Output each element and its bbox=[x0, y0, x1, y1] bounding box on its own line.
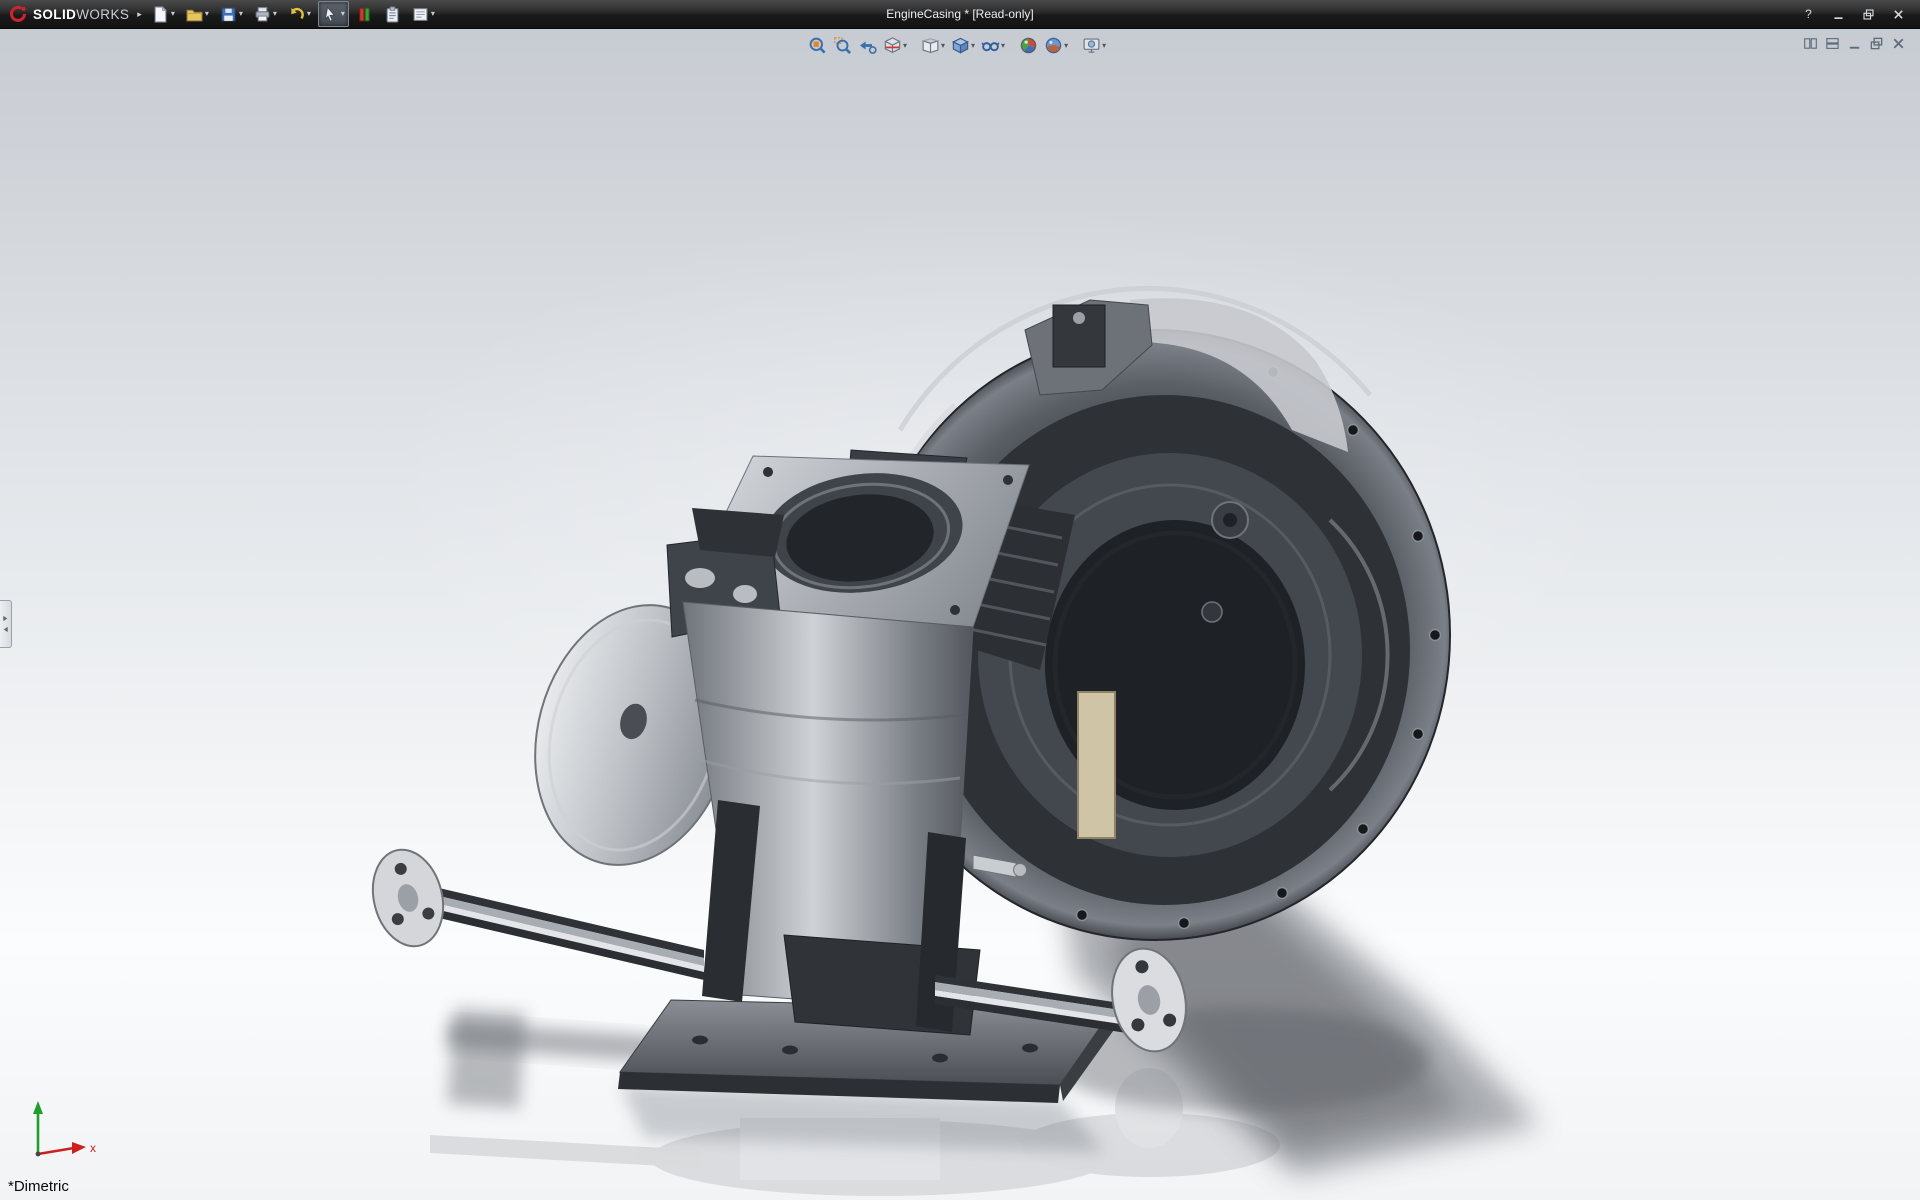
select-dropdown-icon[interactable]: ▾ bbox=[341, 10, 345, 18]
zoom-to-area-button[interactable] bbox=[831, 35, 854, 56]
select-button[interactable]: ▾ bbox=[317, 1, 349, 27]
previous-view-icon bbox=[858, 36, 877, 55]
zoom-to-fit-button[interactable] bbox=[806, 35, 829, 56]
options-button[interactable]: ▾ bbox=[408, 1, 439, 27]
doc-pane-horizontal-icon bbox=[1825, 36, 1840, 51]
doc-close-icon bbox=[1891, 36, 1906, 51]
doc-pane-horizontal-button[interactable] bbox=[1825, 36, 1840, 51]
doc-close-button[interactable] bbox=[1891, 36, 1906, 51]
expand-chevron-icon bbox=[2, 626, 9, 633]
edit-appearance-button[interactable] bbox=[1017, 35, 1040, 56]
section-view-icon bbox=[883, 36, 902, 55]
new-document-icon bbox=[152, 6, 169, 23]
select-cursor-icon bbox=[322, 6, 339, 23]
file-properties-button[interactable] bbox=[380, 1, 405, 27]
save-dropdown-icon[interactable]: ▾ bbox=[239, 10, 243, 18]
save-button[interactable]: ▾ bbox=[216, 1, 247, 27]
view-settings-button[interactable]: ▾ bbox=[1080, 35, 1108, 56]
open-button[interactable]: ▾ bbox=[182, 1, 213, 27]
print-icon bbox=[254, 6, 271, 23]
graphics-viewport[interactable]: ▾ ▾ ▾ ▾ ▾ ▾ x *Dimetric bbox=[0, 29, 1920, 1200]
options-dropdown-icon[interactable]: ▾ bbox=[431, 10, 435, 18]
expand-chevron-icon bbox=[2, 615, 9, 622]
doc-minimize-icon bbox=[1847, 36, 1862, 51]
app-brand-text: SOLIDWORKS bbox=[33, 6, 130, 22]
display-style-dropdown-icon[interactable]: ▾ bbox=[971, 41, 975, 50]
hide-show-items-icon bbox=[981, 36, 1000, 55]
headsup-view-toolbar: ▾ ▾ ▾ ▾ ▾ ▾ bbox=[806, 35, 1108, 56]
help-button[interactable]: ? bbox=[1795, 5, 1822, 23]
display-style-icon bbox=[951, 36, 970, 55]
edit-appearance-icon bbox=[1019, 36, 1038, 55]
window-controls: ? bbox=[1795, 5, 1912, 23]
app-brand: SOLIDWORKS bbox=[8, 4, 129, 24]
view-orientation-button[interactable]: ▾ bbox=[919, 35, 947, 56]
solidworks-logo-icon bbox=[8, 4, 28, 24]
solidworks-window: SOLIDWORKS ▸ ▾ ▾ ▾ ▾ ▾ ▾ ▾ EngineCasing … bbox=[0, 0, 1920, 1200]
view-orientation-dropdown-icon[interactable]: ▾ bbox=[941, 41, 945, 50]
restore-button[interactable] bbox=[1855, 5, 1882, 23]
x-axis-label: x bbox=[90, 1141, 96, 1155]
hide-show-items-button[interactable]: ▾ bbox=[979, 35, 1007, 56]
doc-pane-split-button[interactable] bbox=[1803, 36, 1818, 51]
minimize-button[interactable] bbox=[1825, 5, 1852, 23]
section-view-dropdown-icon[interactable]: ▾ bbox=[903, 41, 907, 50]
reference-triad: x bbox=[33, 1101, 96, 1157]
view-orientation-label: *Dimetric bbox=[8, 1178, 69, 1195]
minimize-icon bbox=[1832, 8, 1845, 21]
view-settings-icon bbox=[1082, 36, 1101, 55]
doc-minimize-button[interactable] bbox=[1847, 36, 1862, 51]
doc-restore-icon bbox=[1869, 36, 1884, 51]
document-window-controls bbox=[1803, 36, 1906, 51]
close-button[interactable] bbox=[1885, 5, 1912, 23]
titlebar: SOLIDWORKS ▸ ▾ ▾ ▾ ▾ ▾ ▾ ▾ EngineCasing … bbox=[0, 0, 1920, 29]
doc-restore-button[interactable] bbox=[1869, 36, 1884, 51]
close-icon bbox=[1892, 8, 1905, 21]
new-document-button[interactable]: ▾ bbox=[148, 1, 179, 27]
hide-show-items-dropdown-icon[interactable]: ▾ bbox=[1001, 41, 1005, 50]
view-settings-dropdown-icon[interactable]: ▾ bbox=[1102, 41, 1106, 50]
rebuild-button[interactable] bbox=[352, 1, 377, 27]
apply-scene-icon bbox=[1044, 36, 1063, 55]
print-button[interactable]: ▾ bbox=[250, 1, 281, 27]
section-view-button[interactable]: ▾ bbox=[881, 35, 909, 56]
doc-pane-split-icon bbox=[1803, 36, 1818, 51]
previous-view-button[interactable] bbox=[856, 35, 879, 56]
undo-button[interactable]: ▾ bbox=[284, 1, 315, 27]
open-dropdown-icon[interactable]: ▾ bbox=[205, 10, 209, 18]
options-icon bbox=[412, 6, 429, 23]
undo-icon bbox=[288, 6, 305, 23]
view-orientation-icon bbox=[921, 36, 940, 55]
apply-scene-button[interactable]: ▾ bbox=[1042, 35, 1070, 56]
main-toolbar: ▾ ▾ ▾ ▾ ▾ ▾ ▾ bbox=[148, 1, 439, 27]
engine-casing-model[interactable] bbox=[0, 29, 1920, 1200]
open-folder-icon bbox=[186, 6, 203, 23]
y-axis-arrow-icon bbox=[33, 1101, 43, 1114]
apply-scene-dropdown-icon[interactable]: ▾ bbox=[1064, 41, 1068, 50]
x-axis-arrow-icon bbox=[72, 1142, 86, 1154]
save-floppy-icon bbox=[220, 6, 237, 23]
restore-icon bbox=[1862, 8, 1875, 21]
zoom-to-area-icon bbox=[833, 36, 852, 55]
print-dropdown-icon[interactable]: ▾ bbox=[273, 10, 277, 18]
new-document-dropdown-icon[interactable]: ▾ bbox=[171, 10, 175, 18]
file-properties-icon bbox=[384, 6, 401, 23]
zoom-to-fit-icon bbox=[808, 36, 827, 55]
rebuild-icon bbox=[356, 6, 373, 23]
featuremanager-collapsed-tab[interactable] bbox=[0, 600, 12, 648]
undo-dropdown-icon[interactable]: ▾ bbox=[307, 10, 311, 18]
menu-expand-button[interactable]: ▸ bbox=[135, 9, 148, 20]
display-style-button[interactable]: ▾ bbox=[949, 35, 977, 56]
